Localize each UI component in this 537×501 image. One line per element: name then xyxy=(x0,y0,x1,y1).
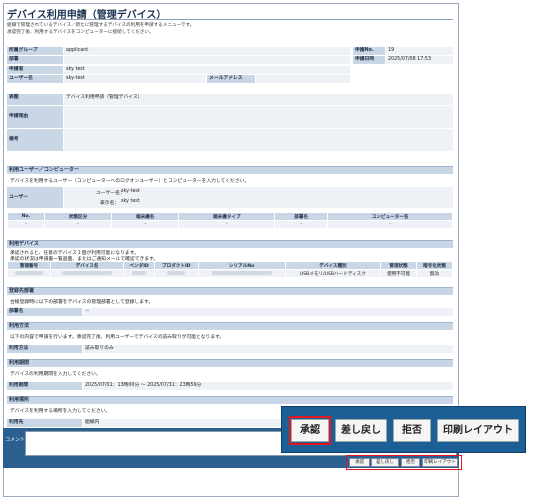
col-terminal: 端末機名 xyxy=(111,212,180,221)
redacted-value xyxy=(167,270,186,275)
applicant-value: sky test xyxy=(64,66,350,74)
redacted-value xyxy=(132,270,147,275)
devices-section-header: 利用デバイス xyxy=(7,240,453,248)
reject-button[interactable]: 拒否 xyxy=(393,419,431,442)
col-dept: 部署名 xyxy=(274,212,329,221)
computer-table-header: No. 状態区分 端末機名 端末機タイプ 部署名 コンピューター名 xyxy=(7,212,453,221)
appno-label: 申請No. xyxy=(353,47,385,55)
period-description: デバイスの利用期間を入力してください。 xyxy=(10,372,101,377)
buttons-highlight-small xyxy=(346,455,462,470)
cell: - xyxy=(7,220,45,229)
note-value xyxy=(64,129,453,151)
reason-value xyxy=(64,106,453,128)
register-section-header: 登録先部署 xyxy=(7,287,453,295)
register-dept-label: 部署名 xyxy=(7,308,82,316)
print-layout-button[interactable]: 印刷レイアウト xyxy=(437,419,519,442)
device-table: 管理番号 デバイス名 ベンダID プロダクトID シリアルNo デバイス種別 管… xyxy=(7,261,453,278)
col-product-id: プロダクトID xyxy=(153,261,199,270)
note-label: 備考 xyxy=(7,129,63,151)
method-value: 読み取りのみ xyxy=(83,345,453,353)
group-label: 所属グループ xyxy=(7,47,63,55)
device-table-header: 管理番号 デバイス名 ベンダID プロダクトID シリアルNo デバイス種別 管… xyxy=(7,261,453,270)
group-value: applicant xyxy=(64,47,350,55)
col-manage-state: 管理状態 xyxy=(380,261,418,270)
mail-value xyxy=(256,75,350,83)
col-manage-no: 管理番号 xyxy=(7,261,51,270)
user-label: ユーザー xyxy=(7,187,63,208)
col-vendor-id: ベンダID xyxy=(123,261,155,270)
users-section-header: 利用ユーザー／コンピューター xyxy=(7,166,453,174)
subject-value: デバイス利用申請（管理デバイス） xyxy=(64,94,453,105)
dept-label: 部署 xyxy=(7,56,63,64)
page-description-1: 組織で管理されているデバイス／新たに管理するデバイスの利用を申請するメニューです… xyxy=(7,23,195,28)
user-username-value: sky-test xyxy=(121,189,140,194)
col-no: No. xyxy=(7,212,45,221)
comment-label: コメント xyxy=(5,437,26,443)
users-description: デバイスを利用するユーザー（コンピューターへのログオンユーザー）とコンピューター… xyxy=(10,179,250,184)
cell xyxy=(7,269,51,278)
sendback-button[interactable]: 差し戻し xyxy=(335,419,387,442)
subject-label: 表題 xyxy=(7,94,63,105)
title-divider xyxy=(7,19,453,20)
mail-label: メールアドレス xyxy=(207,75,255,83)
user-display-value: sky test xyxy=(121,199,140,204)
register-description: 台帳登録時に以下の部署をデバイスの管理部署として登録します。 xyxy=(10,300,154,305)
method-label: 利用方法 xyxy=(7,345,82,353)
table-row: USBメモリ/USBハードディスク 使用不可能 無効 xyxy=(7,269,453,278)
redacted-value xyxy=(211,270,272,275)
cell xyxy=(49,269,125,278)
cell: USBメモリ/USBハードディスク xyxy=(284,269,382,278)
username-label: ユーザー名 xyxy=(7,75,63,83)
cell: - xyxy=(274,220,329,229)
col-device-name: デバイス名 xyxy=(49,261,125,270)
applicant-label: 申請者 xyxy=(7,66,63,74)
appdate-value: 2025/07/08 17:53 xyxy=(386,56,453,64)
cell: - xyxy=(43,220,113,229)
col-status: 状態区分 xyxy=(43,212,113,221)
dept-value xyxy=(64,56,350,64)
register-dept-value: － xyxy=(83,308,453,316)
cell xyxy=(153,269,199,278)
period-section-header: 利用期間 xyxy=(7,359,453,367)
reason-label: 申請理由 xyxy=(7,106,63,128)
table-row: - - - - - - xyxy=(7,220,453,229)
place-section-header: 利用場所 xyxy=(7,396,453,404)
cell: - xyxy=(327,220,453,229)
user-display-label: 表示名： xyxy=(100,201,120,206)
period-value: 2025/07/01：13時00分 ～ 2025/07/31：23時59分 xyxy=(83,382,453,390)
col-encryption: 暗号化状態 xyxy=(416,261,453,270)
cell: - xyxy=(178,220,276,229)
col-terminal-type: 端末機タイプ xyxy=(178,212,276,221)
cell xyxy=(123,269,155,278)
method-description: 以下の内容で申請を行います。承認完了後、利用ユーザーでデバイスの読み取りが可能と… xyxy=(10,335,225,340)
col-device-type: デバイス種別 xyxy=(284,261,382,270)
redacted-value xyxy=(62,270,112,275)
col-serial: シリアルNo xyxy=(197,261,286,270)
appdate-label: 申請日時 xyxy=(353,56,385,64)
cell: - xyxy=(111,220,180,229)
cell: 使用不可能 xyxy=(380,269,418,278)
place-dest-label: 利用先 xyxy=(7,419,82,427)
computer-table: No. 状態区分 端末機名 端末機タイプ 部署名 コンピューター名 - - - … xyxy=(7,212,453,229)
cell xyxy=(197,269,286,278)
cell: 無効 xyxy=(416,269,453,278)
col-computer: コンピューター名 xyxy=(327,212,453,221)
place-description: デバイスを利用する場所を入力してください。 xyxy=(10,409,111,414)
period-label: 利用期間 xyxy=(7,382,82,390)
page-description-2: 承認完了後、利用するデバイスをコンピューターに接続してください。 xyxy=(7,30,154,35)
approve-highlight xyxy=(289,416,331,445)
redacted-value xyxy=(14,270,43,275)
appno-value: 19 xyxy=(386,47,453,55)
username-value: sky-test xyxy=(64,75,206,83)
method-section-header: 利用方法 xyxy=(7,322,453,330)
